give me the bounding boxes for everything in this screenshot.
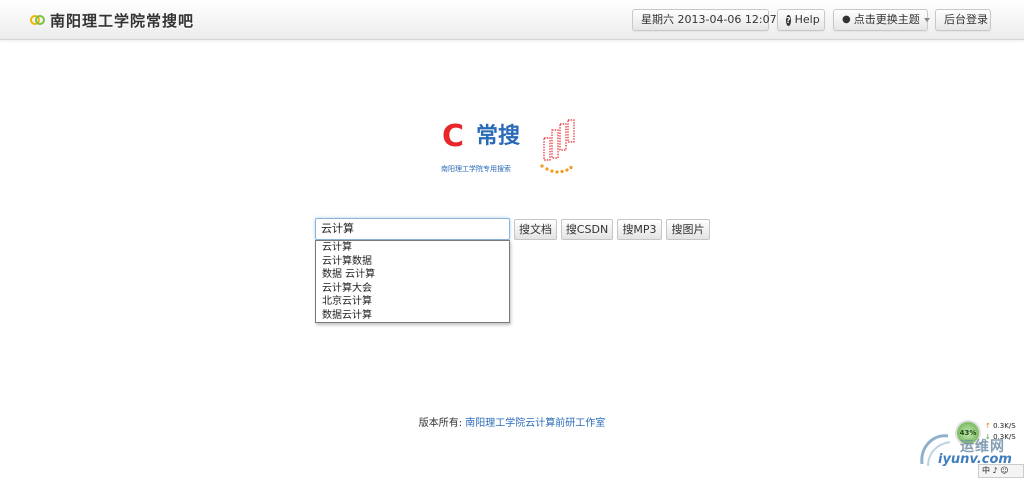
suggestion-item[interactable]: 北京云计算 xyxy=(316,295,509,309)
watermark: 运维网 iyunv.com 中 ♪ ☺ xyxy=(918,430,1024,478)
suggestion-item[interactable]: 数据云计算 xyxy=(316,309,509,323)
footer-copyright-label: 版本所有: xyxy=(418,418,463,429)
arrow-up-icon: ↑ xyxy=(985,422,991,430)
theme-label: 点击更换主题 xyxy=(853,13,920,26)
logo-letter: C xyxy=(442,119,465,154)
footer-studio-link[interactable]: 南阳理工学院云计算前研工作室 xyxy=(465,418,605,429)
search-mp3-button[interactable]: 搜MP3 xyxy=(617,219,662,240)
upload-speed: ↑ 0.3K/S xyxy=(985,422,1016,430)
suggestion-item[interactable]: 云计算大会 xyxy=(316,282,509,296)
brand[interactable]: 南阳理工学院常搜吧 xyxy=(30,10,194,30)
brand-rings-icon xyxy=(30,13,46,27)
footer: 版本所有: 南阳理工学院云计算前研工作室 xyxy=(0,414,1024,429)
suggestion-item[interactable]: 云计算 xyxy=(316,241,509,255)
search-input-value: 云计算 xyxy=(321,222,354,235)
logo-bars-icon xyxy=(540,119,575,174)
site-logo: C 常搜 南阳理工学院专用搜索 xyxy=(440,118,580,180)
caret-down-icon xyxy=(923,18,930,22)
search-docs-button[interactable]: 搜文档 xyxy=(514,219,557,240)
suggestion-dropdown: 云计算 云计算数据 数据 云计算 云计算大会 北京云计算 数据云计算 xyxy=(315,240,510,323)
admin-login-button[interactable]: 后台登录 xyxy=(935,9,991,31)
question-circle-icon: ? xyxy=(786,14,791,26)
theme-dropdown-button[interactable]: ● 点击更换主题 xyxy=(833,9,930,31)
upload-speed-value: 0.3K/S xyxy=(993,422,1016,430)
admin-login-label: 后台登录 xyxy=(944,13,988,26)
suggestion-item[interactable]: 数据 云计算 xyxy=(316,268,509,282)
help-label: Help xyxy=(794,13,820,26)
logo-subtitle: 南阳理工学院专用搜索 xyxy=(441,165,511,173)
datetime-label: 星期六 2013-04-06 12:07:30 xyxy=(641,13,795,26)
search-csdn-button[interactable]: 搜CSDN xyxy=(561,219,613,240)
top-navbar: 南阳理工学院常搜吧 星期六 2013-04-06 12:07:30 ? Help… xyxy=(0,0,1024,40)
help-button[interactable]: ? Help xyxy=(777,9,825,31)
search-input[interactable]: 云计算 xyxy=(315,218,510,240)
droplet-icon: ● xyxy=(842,14,851,25)
brand-title: 南阳理工学院常搜吧 xyxy=(50,11,195,30)
search-images-button[interactable]: 搜图片 xyxy=(666,219,710,240)
logo-name: 常搜 xyxy=(476,124,521,149)
datetime-button[interactable]: 星期六 2013-04-06 12:07:30 xyxy=(632,9,794,31)
suggestion-item[interactable]: 云计算数据 xyxy=(316,255,509,269)
ime-status-bar[interactable]: 中 ♪ ☺ xyxy=(978,464,1024,478)
